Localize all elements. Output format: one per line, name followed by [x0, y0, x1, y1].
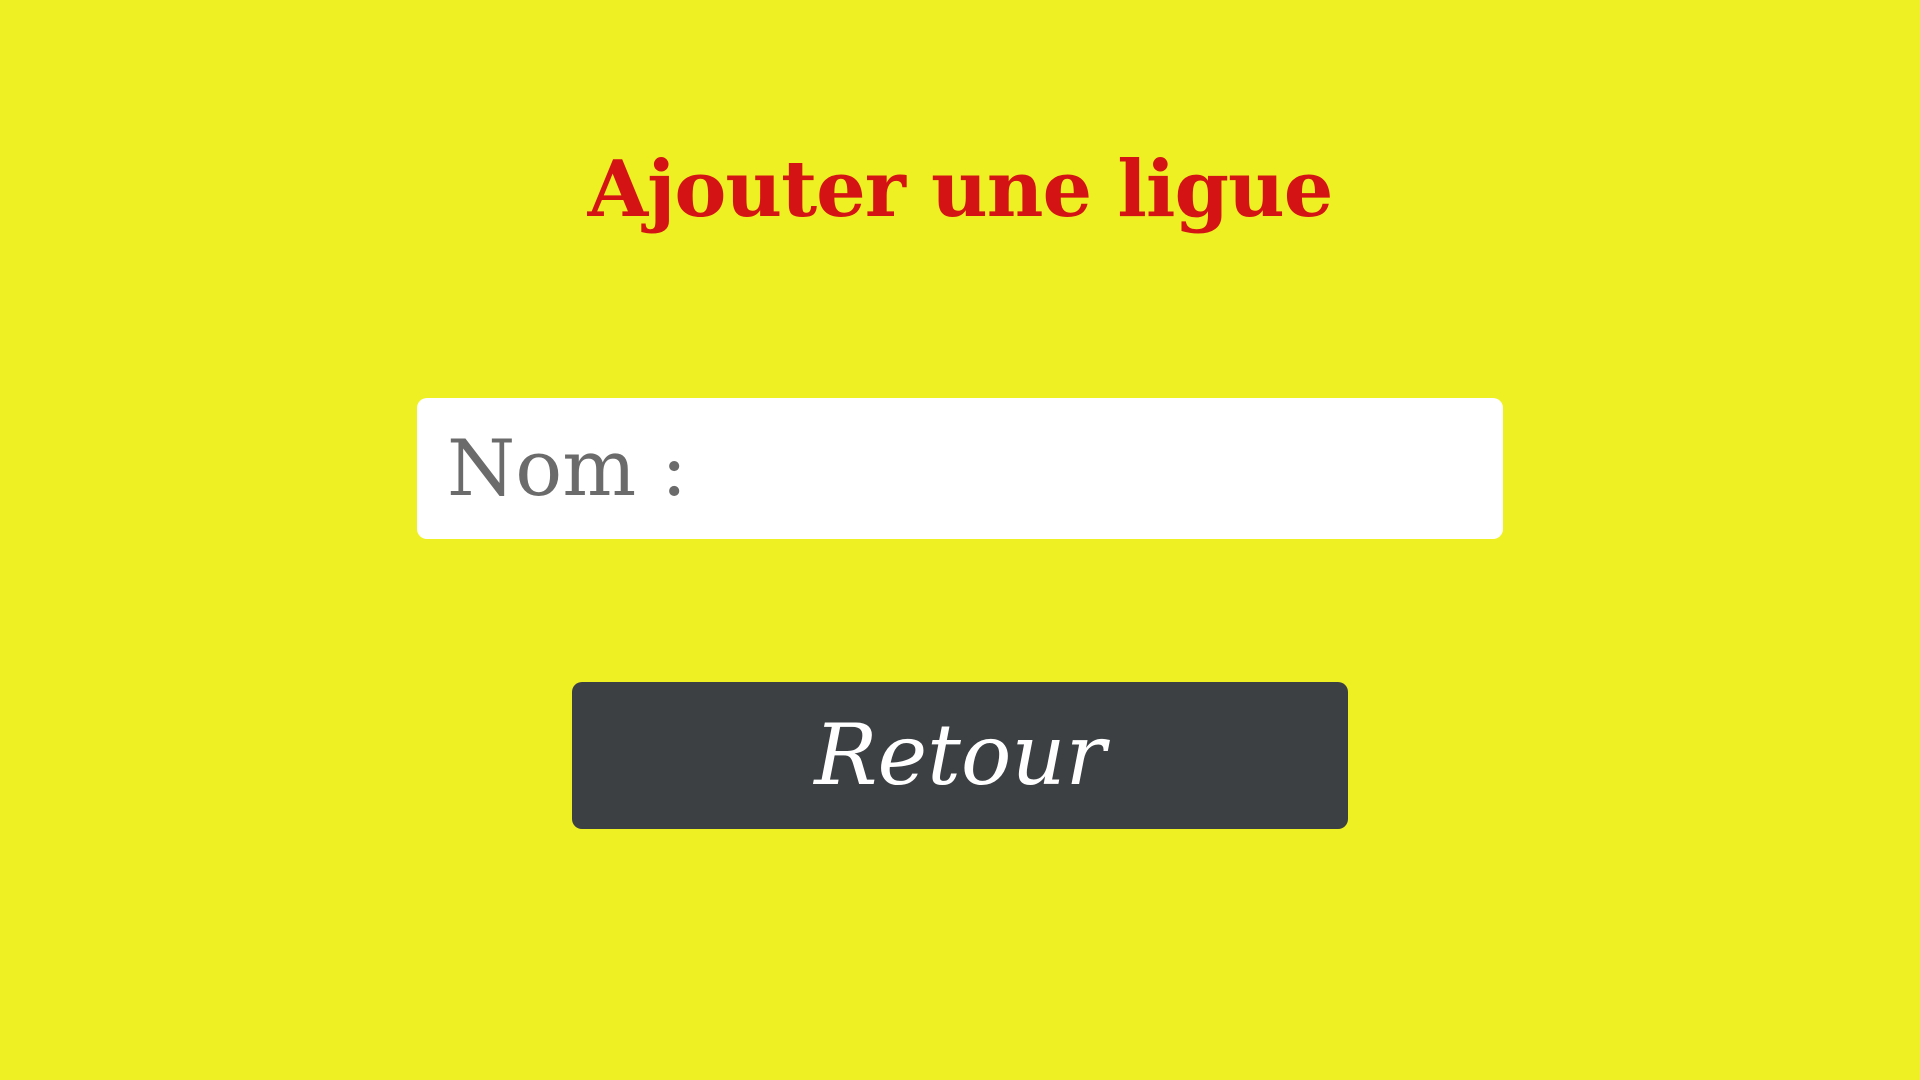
page-title: Ajouter une ligue: [587, 144, 1334, 235]
league-name-input[interactable]: [417, 398, 1503, 539]
back-button[interactable]: Retour: [572, 682, 1348, 829]
